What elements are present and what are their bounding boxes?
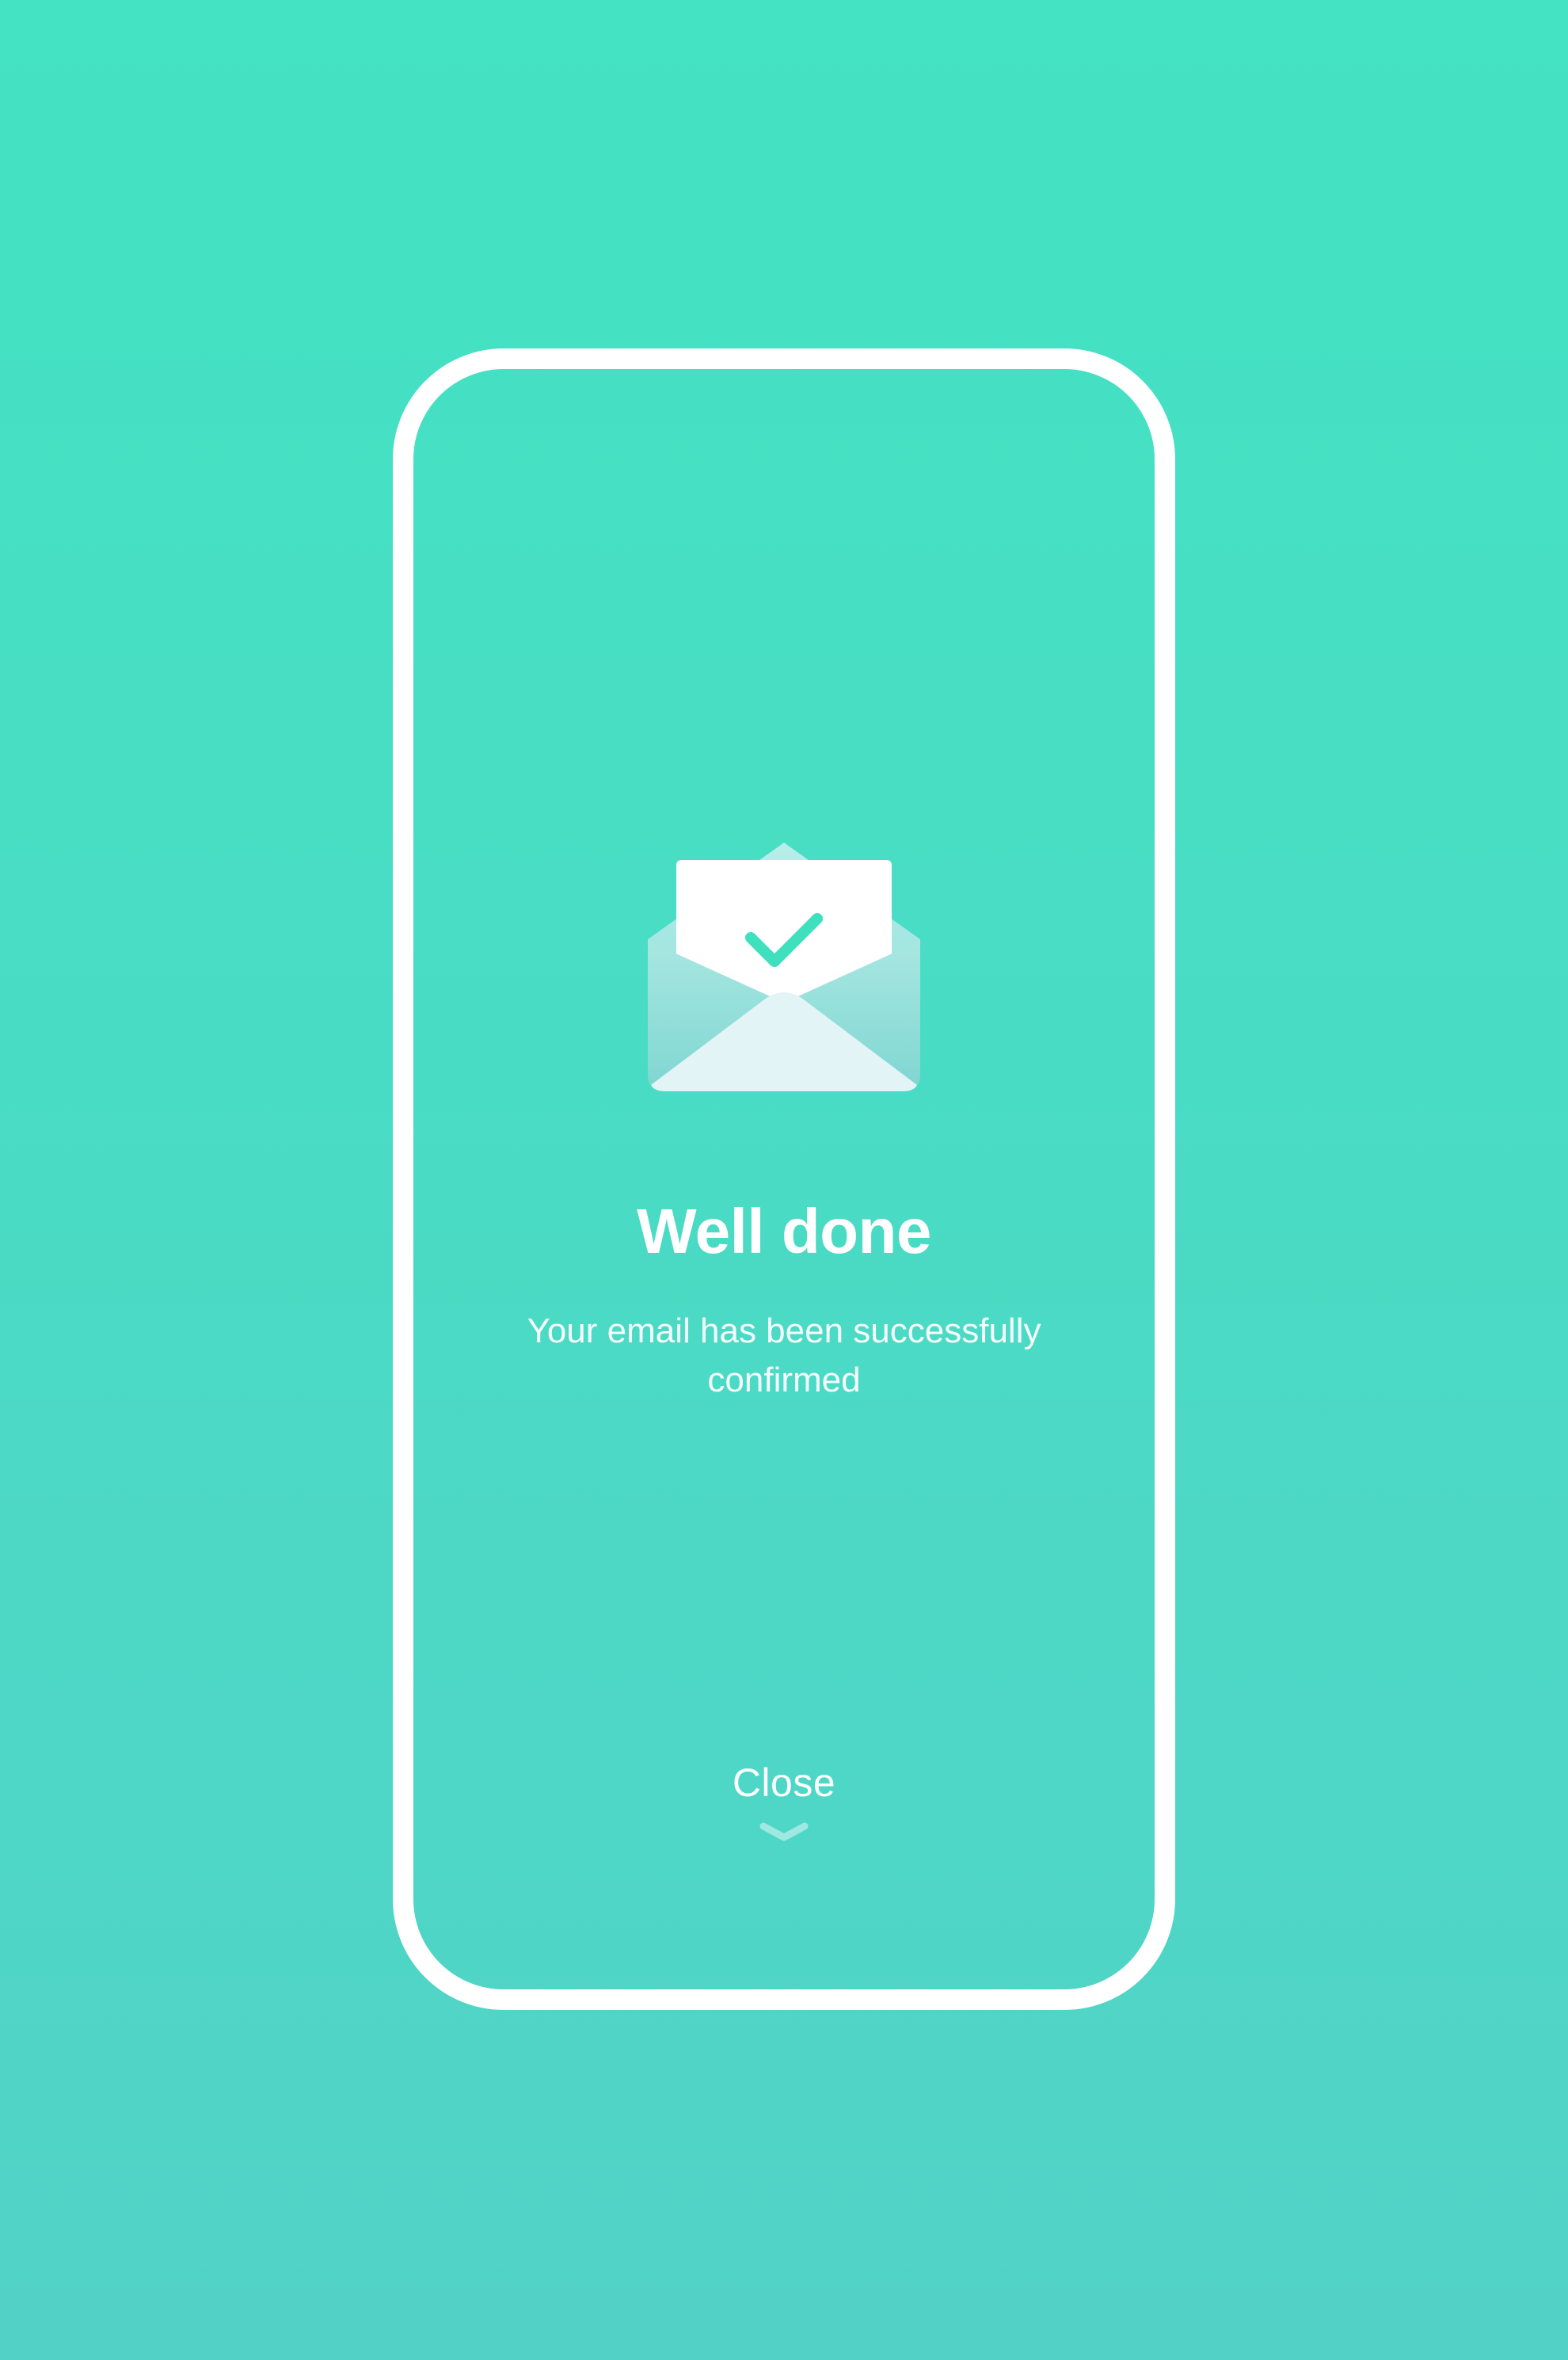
confirmation-message: Your email has been successfully confirm… — [527, 1311, 1041, 1399]
close-button-label: Close — [732, 1760, 836, 1805]
close-button[interactable]: Close — [665, 1755, 903, 1866]
chevron-down-icon[interactable] — [759, 1820, 809, 1844]
email-confirmed-icon — [648, 843, 920, 1091]
confirmation-title: Well done — [637, 1196, 931, 1266]
